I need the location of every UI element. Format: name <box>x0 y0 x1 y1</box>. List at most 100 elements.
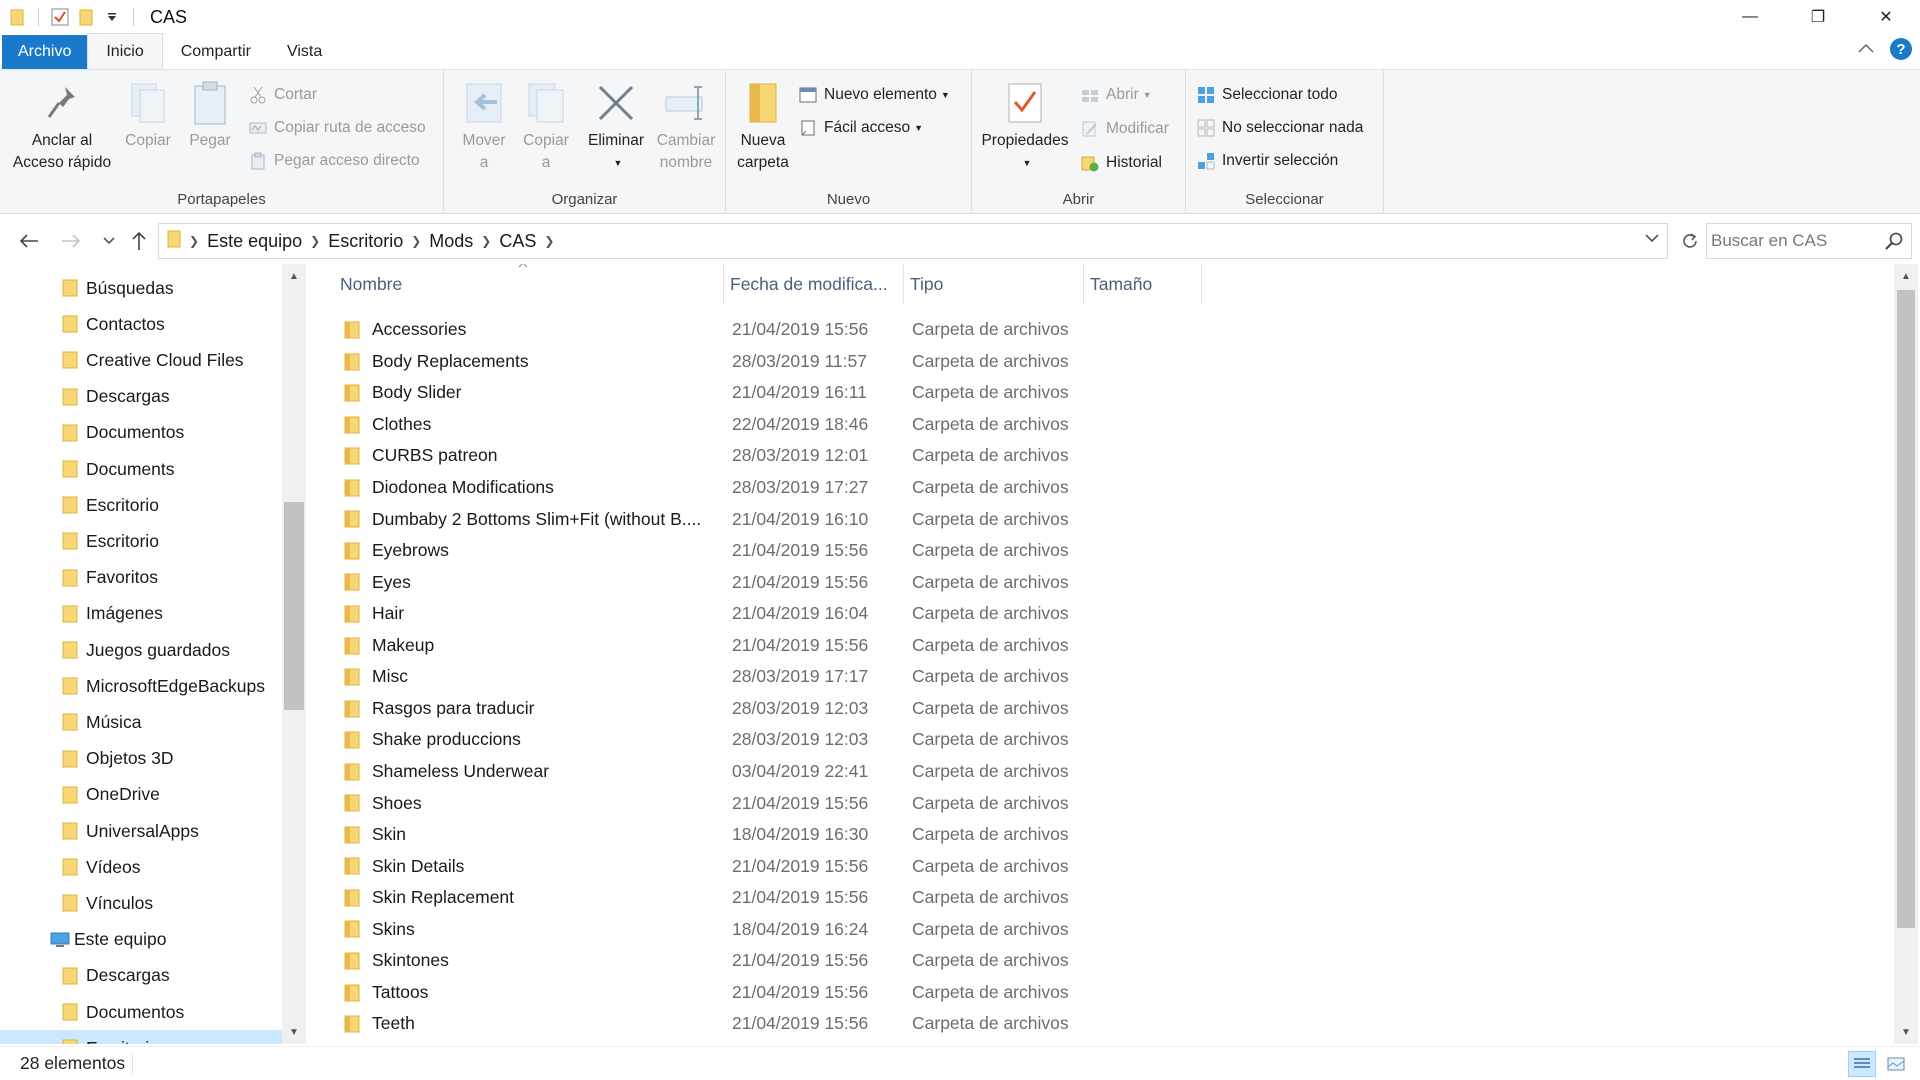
chevron-right-icon[interactable]: ❯ <box>187 234 201 248</box>
scroll-down-icon[interactable]: ▼ <box>282 1020 306 1044</box>
column-header-name[interactable]: Nombre <box>326 264 724 304</box>
back-arrow-icon[interactable] <box>14 226 44 256</box>
column-header-date[interactable]: Fecha de modifica... <box>724 264 904 304</box>
details-view-icon[interactable] <box>1848 1051 1876 1077</box>
chevron-right-icon[interactable]: ❯ <box>308 234 322 248</box>
sidebar-item[interactable]: Creative Cloud Files <box>0 342 282 378</box>
file-row[interactable]: CURBS patreon 28/03/2019 12:01 Carpeta de … <box>326 440 1116 472</box>
file-list-scrollbar[interactable]: ▲ ▼ <box>1894 264 1918 1044</box>
chevron-right-icon[interactable]: ❯ <box>542 234 556 248</box>
sidebar-item[interactable]: Contactos <box>0 306 282 342</box>
delete-dropdown-icon[interactable]: ▼ <box>614 152 623 174</box>
search-input[interactable] <box>1711 231 1871 251</box>
sidebar-item[interactable]: Música <box>0 704 282 740</box>
sidebar-item[interactable]: Vínculos <box>0 885 282 921</box>
sidebar-item[interactable]: Escritorio <box>0 1030 282 1044</box>
refresh-icon[interactable] <box>1672 223 1708 259</box>
sidebar-item[interactable]: Objetos 3D <box>0 741 282 777</box>
file-row[interactable]: Dumbaby 2 Bottoms Slim+Fit (without B...… <box>326 503 1116 535</box>
help-icon[interactable]: ? <box>1890 38 1912 60</box>
paste-button[interactable]: Pegar <box>182 78 238 152</box>
tab-compartir[interactable]: Compartir <box>163 35 269 69</box>
paste-shortcut-button[interactable]: Pegar acceso directo <box>248 148 420 174</box>
customize-toolbar-icon[interactable] <box>99 4 125 30</box>
sidebar-scrollbar[interactable]: ▲ ▼ <box>282 264 306 1044</box>
file-list-scroll-thumb[interactable] <box>1897 290 1915 928</box>
file-row[interactable]: Clothes 22/04/2019 18:46 Carpeta de archiv… <box>326 409 1116 441</box>
file-row[interactable]: Rasgos para traducir 28/03/2019 12:03 Carp… <box>326 693 1116 725</box>
search-icon[interactable] <box>1885 232 1903 255</box>
column-header-size[interactable]: Tamaño <box>1084 264 1202 304</box>
delete-button[interactable]: Eliminar ▼ <box>584 78 648 174</box>
minimize-button[interactable]: — <box>1716 0 1784 34</box>
tab-inicio[interactable]: Inicio <box>87 33 163 69</box>
file-row[interactable]: Tattoos 21/04/2019 15:56 Carpeta de archiv… <box>326 977 1116 1009</box>
sidebar-item[interactable]: Documents <box>0 451 282 487</box>
file-row[interactable]: Body Slider 21/04/2019 16:11 Carpeta de ar… <box>326 377 1116 409</box>
rename-button[interactable]: Cambiar nombre <box>650 78 722 174</box>
new-item-button[interactable]: Nuevo elemento ▼ <box>798 82 950 108</box>
copy-path-button[interactable]: Copiar ruta de acceso <box>248 115 426 141</box>
sidebar-item[interactable]: Descargas <box>0 958 282 994</box>
breadcrumb-este-equipo[interactable]: Este equipo <box>201 231 308 252</box>
scroll-up-icon[interactable]: ▲ <box>1894 264 1918 288</box>
file-row[interactable]: Eyebrows 21/04/2019 15:56 Carpeta de archi… <box>326 535 1116 567</box>
file-row[interactable]: Shoes 21/04/2019 15:56 Carpeta de archivos <box>326 787 1116 819</box>
search-box[interactable] <box>1706 223 1912 259</box>
breadcrumb-escritorio[interactable]: Escritorio <box>322 231 409 252</box>
up-arrow-icon[interactable] <box>124 226 154 256</box>
invert-selection-button[interactable]: Invertir selección <box>1196 148 1338 174</box>
copy-to-button[interactable]: Copiar a <box>518 78 574 174</box>
sidebar-item[interactable]: Vídeos <box>0 849 282 885</box>
file-row[interactable]: Eyes 21/04/2019 15:56 Carpeta de archivos <box>326 566 1116 598</box>
sidebar-item[interactable]: Documentos <box>0 994 282 1030</box>
file-row[interactable]: Skin Details 21/04/2019 15:56 Carpeta de a… <box>326 850 1116 882</box>
sidebar-item[interactable]: Imágenes <box>0 596 282 632</box>
tab-vista[interactable]: Vista <box>269 35 340 69</box>
cut-button[interactable]: Cortar <box>248 82 317 108</box>
breadcrumb-cas[interactable]: CAS <box>493 231 542 252</box>
file-row[interactable]: Shake produccions 28/03/2019 12:03 Carpeta… <box>326 724 1116 756</box>
select-none-button[interactable]: No seleccionar nada <box>1196 115 1363 141</box>
file-row[interactable]: Makeup 21/04/2019 15:56 Carpeta de archivo… <box>326 630 1116 662</box>
sidebar-item[interactable]: OneDrive <box>0 777 282 813</box>
copy-button[interactable]: Copiar <box>118 78 178 152</box>
chevron-right-icon[interactable]: ❯ <box>479 234 493 248</box>
column-header-type[interactable]: Tipo <box>904 264 1084 304</box>
sidebar-item[interactable]: MicrosoftEdgeBackups <box>0 668 282 704</box>
move-to-button[interactable]: Mover a <box>456 78 512 174</box>
file-row[interactable]: Body Replacements 28/03/2019 11:57 Carpeta… <box>326 346 1116 378</box>
file-row[interactable]: Diodonea Modifications 28/03/2019 17:27 Ca… <box>326 472 1116 504</box>
large-icons-view-icon[interactable] <box>1882 1051 1910 1077</box>
address-history-dropdown-icon[interactable] <box>1645 232 1659 246</box>
restore-button[interactable]: ❐ <box>1784 0 1852 34</box>
sidebar-item[interactable]: UniversalApps <box>0 813 282 849</box>
sidebar-item[interactable]: Escritorio <box>0 523 282 559</box>
easy-access-button[interactable]: Fácil acceso ▼ <box>798 115 923 141</box>
history-button[interactable]: Historial <box>1080 150 1162 176</box>
tab-archivo[interactable]: Archivo <box>2 35 88 69</box>
sidebar-item[interactable]: Descargas <box>0 379 282 415</box>
chevron-right-icon[interactable]: ❯ <box>409 234 423 248</box>
properties-button[interactable]: Propiedades ▼ <box>978 78 1072 174</box>
sidebar-item[interactable]: Documentos <box>0 415 282 451</box>
address-bar[interactable]: ❯ Este equipo ❯ Escritorio ❯ Mods ❯ CAS … <box>158 223 1668 259</box>
file-row[interactable]: Shameless Underwear 03/04/2019 22:41 Carpe… <box>326 756 1116 788</box>
sidebar-scroll-thumb[interactable] <box>284 502 304 710</box>
file-row[interactable]: Skins 18/04/2019 16:24 Carpeta de archivos <box>326 913 1116 945</box>
select-all-button[interactable]: Seleccionar todo <box>1196 82 1337 108</box>
forward-arrow-icon[interactable] <box>56 226 86 256</box>
new-folder-button[interactable]: Nueva carpeta <box>730 78 796 174</box>
file-row[interactable]: Teeth 21/04/2019 15:56 Carpeta de archivos <box>326 1008 1116 1040</box>
file-row[interactable]: Skin 18/04/2019 16:30 Carpeta de archivos <box>326 819 1116 851</box>
collapse-ribbon-icon[interactable] <box>1858 40 1874 58</box>
sidebar-item[interactable]: Búsquedas <box>0 270 282 306</box>
scroll-up-icon[interactable]: ▲ <box>282 264 306 288</box>
pin-quick-access-button[interactable]: Anclar al Acceso rápido <box>6 78 118 174</box>
close-button[interactable]: ✕ <box>1852 0 1920 34</box>
file-row[interactable]: Skintones 21/04/2019 15:56 Carpeta de arch… <box>326 945 1116 977</box>
sidebar-item[interactable]: Favoritos <box>0 560 282 596</box>
open-button[interactable]: Abrir ▼ <box>1080 82 1152 108</box>
scroll-down-icon[interactable]: ▼ <box>1894 1020 1918 1044</box>
file-row[interactable]: Accessories 21/04/2019 15:56 Carpeta de ar… <box>326 314 1116 346</box>
